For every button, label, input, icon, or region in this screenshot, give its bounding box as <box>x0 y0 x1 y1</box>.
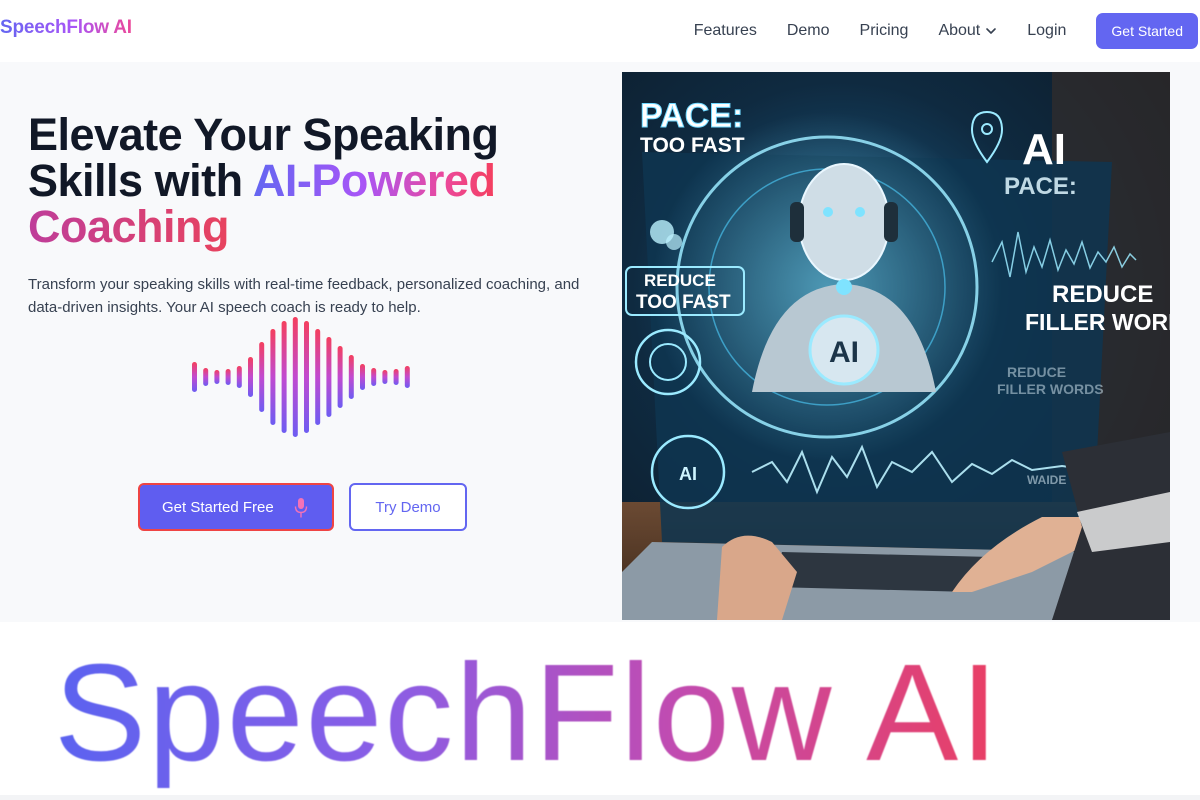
sound-wave-graphic <box>192 317 410 437</box>
filler-label-1: REDUCE <box>1052 281 1153 308</box>
wave-bar <box>382 370 388 384</box>
wave-bar <box>404 366 410 388</box>
ai-big-label: AI <box>1022 125 1066 174</box>
wave-bar <box>304 321 309 433</box>
nav-link-pricing[interactable]: Pricing <box>860 22 909 40</box>
headline-coaching: Coaching <box>28 201 230 252</box>
get-started-button[interactable]: Get Started <box>1096 13 1198 49</box>
bottom-divider <box>0 795 1200 800</box>
hero-section: Elevate Your Speaking Skills with AI-Pow… <box>0 62 1200 622</box>
ai-coach-illustration: AI AI PACE: TOO FAST REDUCE TOO FAST AI … <box>622 72 1170 620</box>
wave-bar <box>292 317 298 437</box>
wave-bar <box>236 366 242 388</box>
faded-label-1: REDUCE <box>1007 364 1066 380</box>
get-started-free-label: Get Started Free <box>162 498 274 516</box>
nav-link-demo[interactable]: Demo <box>787 22 830 40</box>
nav-link-about[interactable]: About <box>938 22 997 40</box>
pace-title: PACE: <box>640 97 743 135</box>
nav-links: Features Demo Pricing About Login Get St… <box>694 0 1200 62</box>
hero-headline: Elevate Your Speaking Skills with AI-Pow… <box>28 112 608 250</box>
headline-ai-powered: AI-Powered <box>252 155 496 206</box>
center-ai-label: AI <box>829 336 859 369</box>
hero-illustration: AI AI PACE: TOO FAST REDUCE TOO FAST AI … <box>622 72 1170 620</box>
microphone-icon <box>294 498 308 518</box>
wave-bar <box>393 369 399 385</box>
wave-bar <box>315 329 321 425</box>
wave-bar <box>326 337 332 417</box>
wave-label: WAIDE <box>1027 473 1066 487</box>
get-started-free-button[interactable]: Get Started Free <box>138 483 334 531</box>
wave-bar <box>337 346 343 408</box>
headline-line-2-plain: Skills with <box>28 155 253 206</box>
wave-bar <box>259 342 265 412</box>
wave-bar <box>192 362 197 392</box>
wave-bar <box>225 369 231 385</box>
reduce-label-1: REDUCE <box>644 271 716 290</box>
hero-subtitle: Transform your speaking skills with real… <box>28 276 580 316</box>
nav-link-features[interactable]: Features <box>694 22 757 40</box>
wave-bar <box>348 355 354 399</box>
reduce-label-2: TOO FAST <box>636 292 731 313</box>
chevron-down-icon <box>986 28 997 34</box>
large-brand-wordmark: SpeechFlow AI <box>54 636 1001 790</box>
wave-bar <box>248 357 253 397</box>
headline-line-1: Elevate Your Speaking <box>28 109 499 160</box>
wave-bar <box>270 329 276 425</box>
pace-right-label: PACE: <box>1004 173 1077 200</box>
nav-link-login[interactable]: Login <box>1027 22 1066 40</box>
nav-link-about-label: About <box>938 22 981 39</box>
wave-bar <box>371 368 377 386</box>
try-demo-button[interactable]: Try Demo <box>349 483 467 531</box>
wave-bar <box>214 370 220 384</box>
wave-bar <box>281 321 287 433</box>
wave-bar <box>203 368 209 386</box>
faded-label-2: FILLER WORDS <box>997 381 1104 397</box>
brand-logo[interactable]: SpeechFlow AI <box>0 17 132 39</box>
pace-sub: TOO FAST <box>640 134 745 157</box>
small-ai-label: AI <box>679 464 697 484</box>
wave-bar <box>360 364 365 390</box>
filler-label-2: FILLER WORDS <box>1025 309 1170 335</box>
top-navigation: SpeechFlow AI Features Demo Pricing Abou… <box>0 0 1200 62</box>
